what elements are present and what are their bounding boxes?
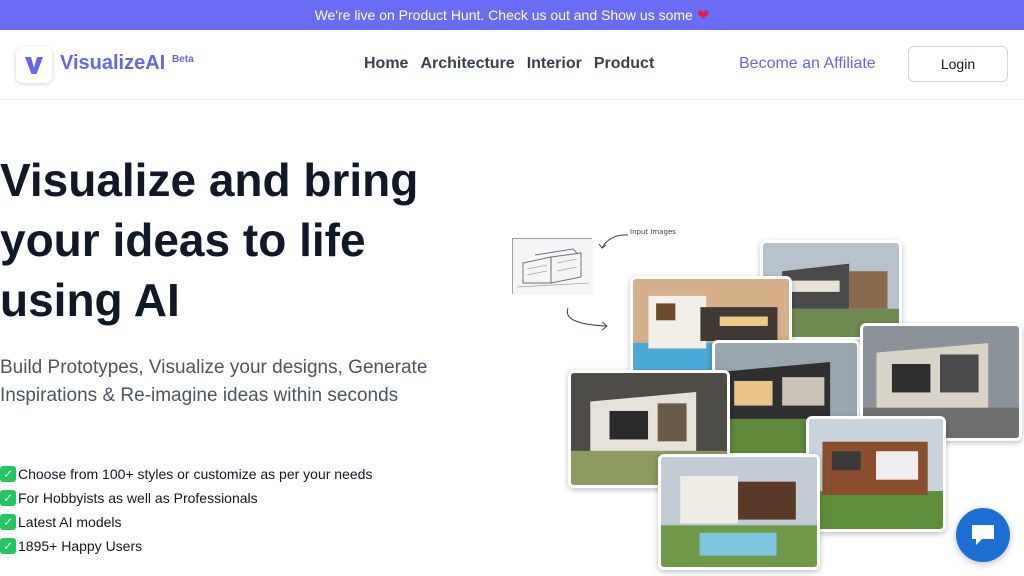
generated-image <box>658 454 820 570</box>
input-images-label: Input Images <box>630 228 676 236</box>
nav-links: Home Architecture Interior Product <box>364 55 654 73</box>
beta-badge: Beta <box>172 54 194 65</box>
hero-title-line: your ideas to life <box>0 214 366 266</box>
feature-item: ✓ Latest AI models <box>0 510 372 534</box>
input-sketch-image <box>512 238 593 295</box>
announcement-text: We're live on Product Hunt. Check us out… <box>314 7 693 23</box>
announcement-bar[interactable]: We're live on Product Hunt. Check us out… <box>0 0 1024 30</box>
curved-arrow-icon <box>566 307 608 331</box>
hero-title: Visualize and bring your ideas to life u… <box>0 150 480 330</box>
chat-bubble-icon[interactable] <box>956 508 1010 562</box>
generated-image <box>806 416 946 532</box>
login-button[interactable]: Login <box>908 46 1008 82</box>
feature-item: ✓ Choose from 100+ styles or customize as… <box>0 462 372 486</box>
check-box-icon: ✓ <box>0 466 16 482</box>
heart-icon: ❤ <box>696 7 710 24</box>
navbar: VisualizeAI Beta Home Architecture Inter… <box>0 30 1024 100</box>
nav-architecture[interactable]: Architecture <box>420 55 514 73</box>
affiliate-link[interactable]: Become an Affiliate <box>739 55 876 73</box>
feature-list: ✓ Choose from 100+ styles or customize as… <box>0 462 372 558</box>
hero-subtitle: Build Prototypes, Visualize your designs… <box>0 357 428 406</box>
check-box-icon: ✓ <box>0 514 16 530</box>
feature-item: ✓ For Hobbyists as well as Professionals <box>0 486 372 510</box>
feature-item: ✓ 1895+ Happy Users <box>0 534 372 558</box>
hero-title-line: Visualize and bring <box>0 154 419 206</box>
check-box-icon: ✓ <box>0 490 16 506</box>
curved-arrow-icon <box>598 234 629 249</box>
nav-home[interactable]: Home <box>364 55 408 73</box>
v-logo-icon[interactable] <box>16 47 52 83</box>
check-box-icon: ✓ <box>0 538 16 554</box>
nav-interior[interactable]: Interior <box>527 55 582 73</box>
nav-product[interactable]: Product <box>594 55 654 73</box>
hero-title-line: using AI <box>0 274 180 326</box>
brand-name[interactable]: VisualizeAI <box>60 52 165 75</box>
